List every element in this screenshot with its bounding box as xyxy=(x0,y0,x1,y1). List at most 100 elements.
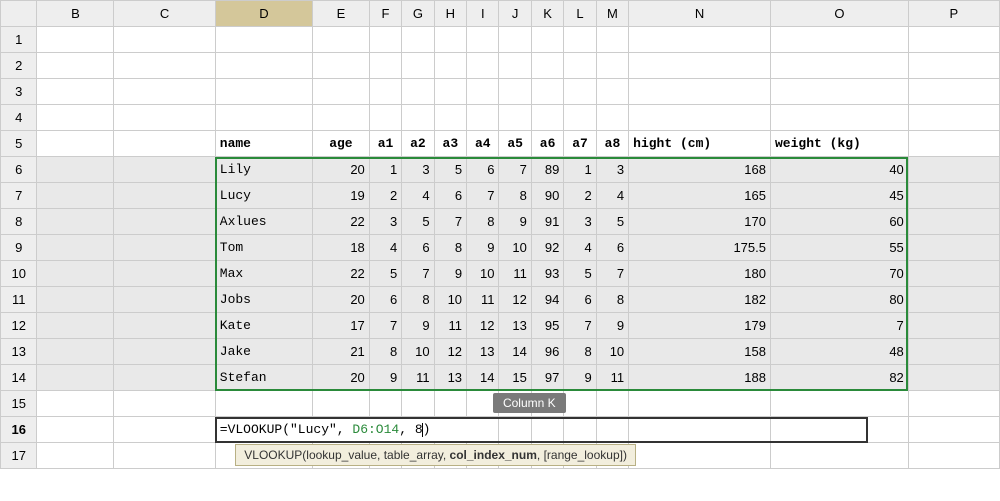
col-header-O[interactable]: O xyxy=(771,1,909,27)
cell-P15[interactable] xyxy=(908,391,999,417)
row-header-15[interactable]: 15 xyxy=(1,391,37,417)
cell-O12[interactable]: 7 xyxy=(771,313,909,339)
cell-G13[interactable]: 10 xyxy=(402,339,434,365)
cell-M13[interactable]: 10 xyxy=(596,339,628,365)
cell-I7[interactable]: 7 xyxy=(467,183,499,209)
cell-M1[interactable] xyxy=(596,27,628,53)
cell-L9[interactable]: 4 xyxy=(564,235,596,261)
cell-K11[interactable]: 94 xyxy=(531,287,563,313)
cell-L7[interactable]: 2 xyxy=(564,183,596,209)
cell-G5[interactable]: a2 xyxy=(402,131,434,157)
cell-L13[interactable]: 8 xyxy=(564,339,596,365)
cell-H13[interactable]: 12 xyxy=(434,339,466,365)
cell-G6[interactable]: 3 xyxy=(402,157,434,183)
cell-N15[interactable] xyxy=(629,391,771,417)
cell-J15[interactable] xyxy=(499,391,531,417)
cell-H12[interactable]: 11 xyxy=(434,313,466,339)
cell-N8[interactable]: 170 xyxy=(629,209,771,235)
cell-H7[interactable]: 6 xyxy=(434,183,466,209)
cell-F10[interactable]: 5 xyxy=(369,261,401,287)
cell-M16[interactable] xyxy=(596,417,628,443)
cell-D11[interactable]: Jobs xyxy=(215,287,312,313)
col-header-F[interactable]: F xyxy=(369,1,401,27)
row-header-10[interactable]: 10 xyxy=(1,261,37,287)
cell-E13[interactable]: 21 xyxy=(313,339,370,365)
cell-E15[interactable] xyxy=(313,391,370,417)
row-header-9[interactable]: 9 xyxy=(1,235,37,261)
cell-E6[interactable]: 20 xyxy=(313,157,370,183)
cell-P2[interactable] xyxy=(908,53,999,79)
cell-B12[interactable] xyxy=(37,313,114,339)
cell-N2[interactable] xyxy=(629,53,771,79)
cell-O8[interactable]: 60 xyxy=(771,209,909,235)
cell-O15[interactable] xyxy=(771,391,909,417)
cell-K1[interactable] xyxy=(531,27,563,53)
cell-G14[interactable]: 11 xyxy=(402,365,434,391)
cell-F1[interactable] xyxy=(369,27,401,53)
row-header-16[interactable]: 16 xyxy=(1,417,37,443)
cell-P8[interactable] xyxy=(908,209,999,235)
cell-C13[interactable] xyxy=(114,339,215,365)
cell-F15[interactable] xyxy=(369,391,401,417)
cell-D2[interactable] xyxy=(215,53,312,79)
cell-E4[interactable] xyxy=(313,105,370,131)
cell-N10[interactable]: 180 xyxy=(629,261,771,287)
cell-J2[interactable] xyxy=(499,53,531,79)
col-header-C[interactable]: C xyxy=(114,1,215,27)
cell-O4[interactable] xyxy=(771,105,909,131)
cell-N6[interactable]: 168 xyxy=(629,157,771,183)
cell-L15[interactable] xyxy=(564,391,596,417)
cell-H15[interactable] xyxy=(434,391,466,417)
cell-B11[interactable] xyxy=(37,287,114,313)
cell-M6[interactable]: 3 xyxy=(596,157,628,183)
cell-I2[interactable] xyxy=(467,53,499,79)
cell-B14[interactable] xyxy=(37,365,114,391)
cell-N17[interactable] xyxy=(629,443,771,469)
cell-I3[interactable] xyxy=(467,79,499,105)
cell-I15[interactable] xyxy=(467,391,499,417)
row-header-1[interactable]: 1 xyxy=(1,27,37,53)
col-header-B[interactable]: B xyxy=(37,1,114,27)
cell-O16[interactable] xyxy=(771,417,909,443)
col-header-J[interactable]: J xyxy=(499,1,531,27)
cell-M3[interactable] xyxy=(596,79,628,105)
cell-D12[interactable]: Kate xyxy=(215,313,312,339)
cell-I10[interactable]: 10 xyxy=(467,261,499,287)
cell-J6[interactable]: 7 xyxy=(499,157,531,183)
cell-C10[interactable] xyxy=(114,261,215,287)
cell-B10[interactable] xyxy=(37,261,114,287)
col-header-E[interactable]: E xyxy=(313,1,370,27)
cell-L2[interactable] xyxy=(564,53,596,79)
row-header-6[interactable]: 6 xyxy=(1,157,37,183)
cell-C3[interactable] xyxy=(114,79,215,105)
cell-G2[interactable] xyxy=(402,53,434,79)
select-all-corner[interactable] xyxy=(1,1,37,27)
col-header-I[interactable]: I xyxy=(467,1,499,27)
cell-L1[interactable] xyxy=(564,27,596,53)
cell-L14[interactable]: 9 xyxy=(564,365,596,391)
cell-K7[interactable]: 90 xyxy=(531,183,563,209)
cell-L8[interactable]: 3 xyxy=(564,209,596,235)
cell-N1[interactable] xyxy=(629,27,771,53)
cell-C11[interactable] xyxy=(114,287,215,313)
cell-B13[interactable] xyxy=(37,339,114,365)
row-header-5[interactable]: 5 xyxy=(1,131,37,157)
cell-E7[interactable]: 19 xyxy=(313,183,370,209)
row-header-14[interactable]: 14 xyxy=(1,365,37,391)
cell-H1[interactable] xyxy=(434,27,466,53)
cell-N14[interactable]: 188 xyxy=(629,365,771,391)
cell-M7[interactable]: 4 xyxy=(596,183,628,209)
cell-M9[interactable]: 6 xyxy=(596,235,628,261)
cell-O13[interactable]: 48 xyxy=(771,339,909,365)
cell-F5[interactable]: a1 xyxy=(369,131,401,157)
cell-C17[interactable] xyxy=(114,443,215,469)
cell-N3[interactable] xyxy=(629,79,771,105)
cell-I14[interactable]: 14 xyxy=(467,365,499,391)
cell-J8[interactable]: 9 xyxy=(499,209,531,235)
row-header-17[interactable]: 17 xyxy=(1,443,37,469)
cell-G11[interactable]: 8 xyxy=(402,287,434,313)
cell-O3[interactable] xyxy=(771,79,909,105)
cell-K4[interactable] xyxy=(531,105,563,131)
cell-E3[interactable] xyxy=(313,79,370,105)
cell-I4[interactable] xyxy=(467,105,499,131)
